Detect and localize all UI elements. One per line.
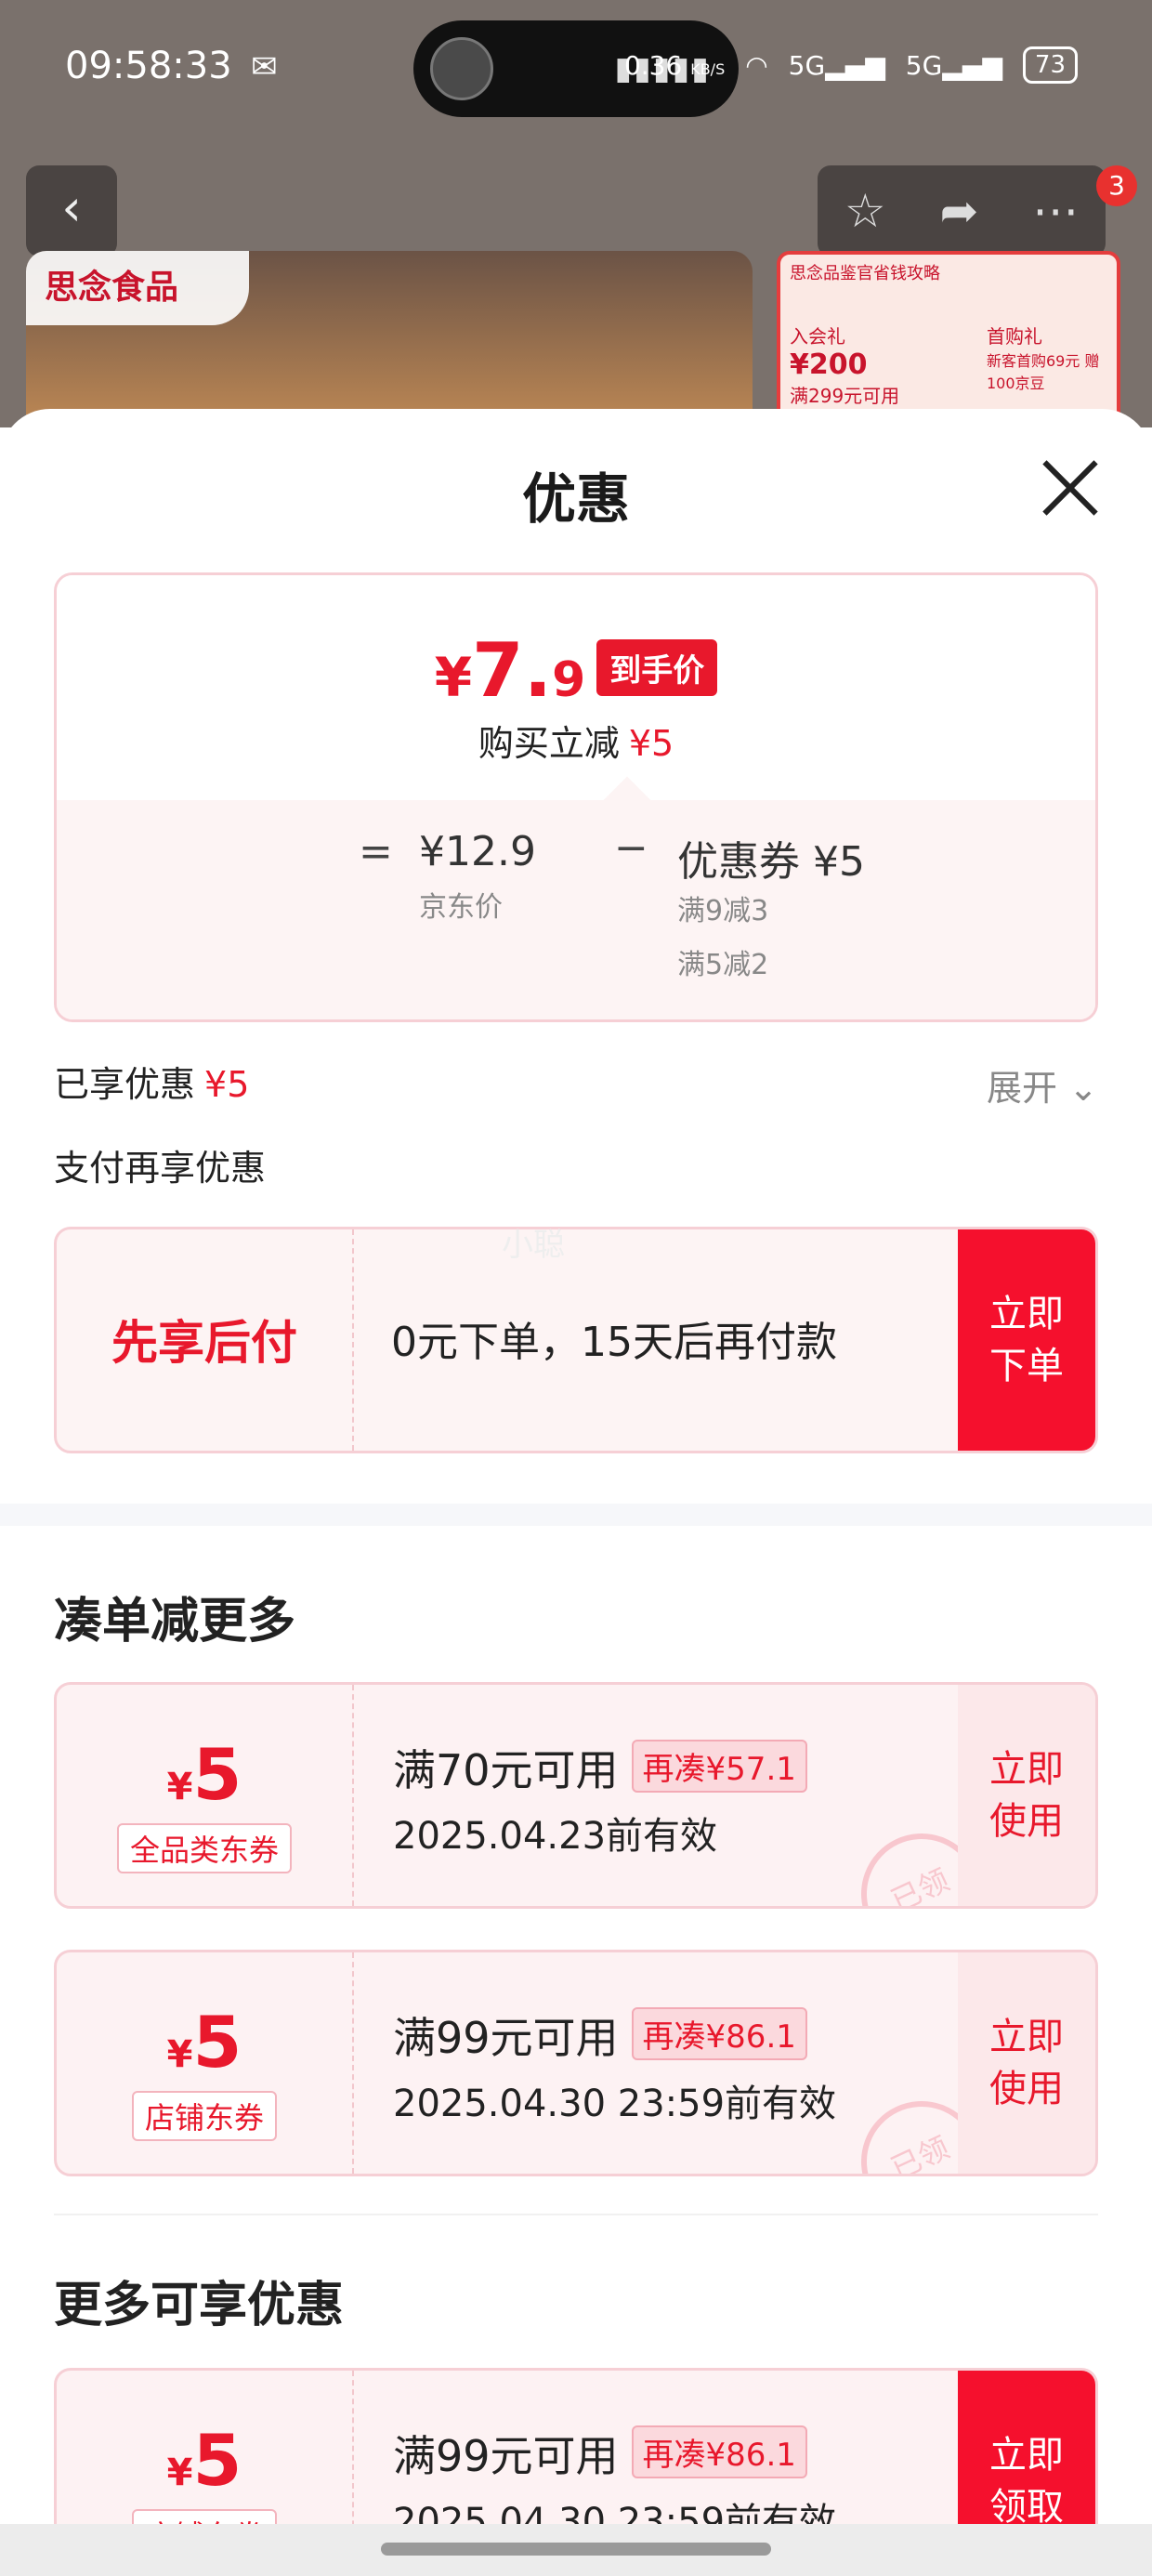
final-price: ¥7.9 到手价 — [57, 627, 1095, 714]
net-speed: 0.36 KB/S — [623, 49, 726, 81]
status-indicators: 0.36 KB/S ◠ 5G▂▄▆ 5G▂▄▆ 73 — [624, 46, 1078, 84]
message-badge: 3 — [1096, 165, 1137, 206]
coupon-gap: 再凑¥86.1 — [631, 2007, 807, 2060]
star-icon[interactable]: ☆ — [844, 184, 886, 238]
bnpl-desc: 0元下单，15天后再付款 — [391, 1319, 837, 1366]
coupon-gap: 再凑¥86.1 — [631, 2425, 807, 2478]
wifi-icon: ◠ — [745, 49, 768, 81]
battery-icon: 73 — [1022, 46, 1078, 84]
order-now-button[interactable]: 立即 下单 — [958, 1229, 1095, 1451]
section-title-extra: 更多可享优惠 — [54, 2278, 345, 2333]
enjoyed-discount: 已享优惠 ¥5 — [54, 1064, 250, 1105]
coupon-value: ¥5 店铺东券 — [57, 1952, 354, 2174]
coupon-type: 店铺东券 — [131, 2091, 277, 2141]
instant-discount: 购买立减 ¥5 — [478, 723, 674, 764]
jd-price-label: 京东价 — [419, 891, 503, 924]
expand-button[interactable]: 展开 ⌄ — [987, 1059, 1098, 1111]
bnpl-title: 先享后付 — [57, 1229, 354, 1451]
pay-more-label: 支付再享优惠 — [54, 1148, 267, 1189]
coupon-validity: 2025.04.30 23:59前有效 — [393, 2083, 837, 2125]
discount-sheet: 优惠 ¥7.9 到手价 购买立减 ¥5 = ¥12.9 京东价 − 优惠券 ¥5 满… — [0, 409, 1152, 2576]
price-breakdown-card: ¥7.9 到手价 购买立减 ¥5 = ¥12.9 京东价 − 优惠券 ¥5 满9减3… — [54, 572, 1098, 1022]
top-actions: ☆ ➦ ⋯ — [818, 165, 1106, 256]
coupon-condition: 满99元可用 再凑¥86.1 — [393, 2423, 807, 2484]
section-divider — [0, 1504, 1152, 1526]
coupon-type: 全品类东券 — [116, 1823, 292, 1873]
status-bar: 09:58:33 ✉ ▮▮▮▮▮ 0.36 KB/S ◠ 5G▂▄▆ 5G▂▄▆… — [0, 0, 1152, 139]
coupon-rule-2: 满5减2 — [677, 949, 769, 981]
thin-divider — [54, 2214, 1098, 2215]
avatar — [430, 37, 493, 100]
jd-price: ¥12.9 — [419, 828, 536, 875]
gesture-bar — [0, 2524, 1152, 2576]
coupon-total: 优惠券 ¥5 — [677, 838, 865, 886]
signal-icon-1: 5G▂▄▆ — [788, 49, 885, 81]
coupon-validity: 2025.04.23前有效 — [393, 1815, 718, 1858]
use-coupon-button[interactable]: 立即 使用 — [958, 1685, 1095, 1906]
coupon-card: ¥5 全品类东券 满70元可用 再凑¥57.1 2025.04.23前有效 已领 … — [54, 1682, 1098, 1909]
bnpl-card: 先享后付 0元下单，15天后再付款 立即 下单 — [54, 1227, 1098, 1453]
promo-left-note: 满299元可用 — [790, 385, 900, 407]
minus-sign: − — [614, 824, 648, 872]
final-price-tag: 到手价 — [596, 639, 718, 696]
equals-sign: = — [359, 828, 393, 875]
section-title-more: 凑单减更多 — [54, 1594, 296, 1649]
brand-logo: 思念食品 — [26, 251, 249, 325]
coupon-condition: 满99元可用 再凑¥86.1 — [393, 2004, 807, 2066]
back-icon: ‹ — [61, 178, 82, 237]
coupon-rule-1: 满9减3 — [677, 895, 769, 927]
close-icon[interactable] — [1040, 457, 1101, 519]
coupon-gap: 再凑¥57.1 — [631, 1740, 807, 1793]
promo-right-note: 新客首购69元 赠100京豆 — [987, 352, 1100, 392]
sheet-title: 优惠 — [521, 467, 630, 531]
home-indicator[interactable] — [381, 2543, 771, 2556]
watermark: 小聪 — [502, 1227, 565, 1264]
promo-left-title: 入会礼 — [790, 325, 845, 348]
promo-right-title: 首购礼 — [987, 325, 1042, 348]
promo-title: 思念品鉴官省钱攻略 — [790, 264, 940, 283]
coupon-value: ¥5 全品类东券 — [57, 1685, 354, 1906]
back-button[interactable]: ‹ — [26, 165, 117, 256]
wechat-icon: ✉ — [251, 48, 278, 85]
final-price-section: ¥7.9 到手价 购买立减 ¥5 — [57, 575, 1095, 800]
share-icon[interactable]: ➦ — [939, 184, 978, 238]
price-formula: = ¥12.9 京东价 − 优惠券 ¥5 满9减3 满5减2 — [57, 776, 1095, 1019]
signal-icon-2: 5G▂▄▆ — [905, 49, 1002, 81]
coupon-card: ¥5 店铺东券 满99元可用再凑¥86.1 2025.04.30 23:59前有… — [54, 1950, 1098, 2176]
promo-left-amount: ¥200 — [790, 348, 868, 381]
status-time: 09:58:33 — [65, 45, 232, 87]
chevron-down-icon: ⌄ — [1068, 1068, 1098, 1109]
more-icon[interactable]: ⋯ — [1032, 184, 1079, 238]
coupon-condition: 满70元可用 再凑¥57.1 — [393, 1737, 807, 1798]
use-coupon-button[interactable]: 立即 使用 — [958, 1952, 1095, 2174]
